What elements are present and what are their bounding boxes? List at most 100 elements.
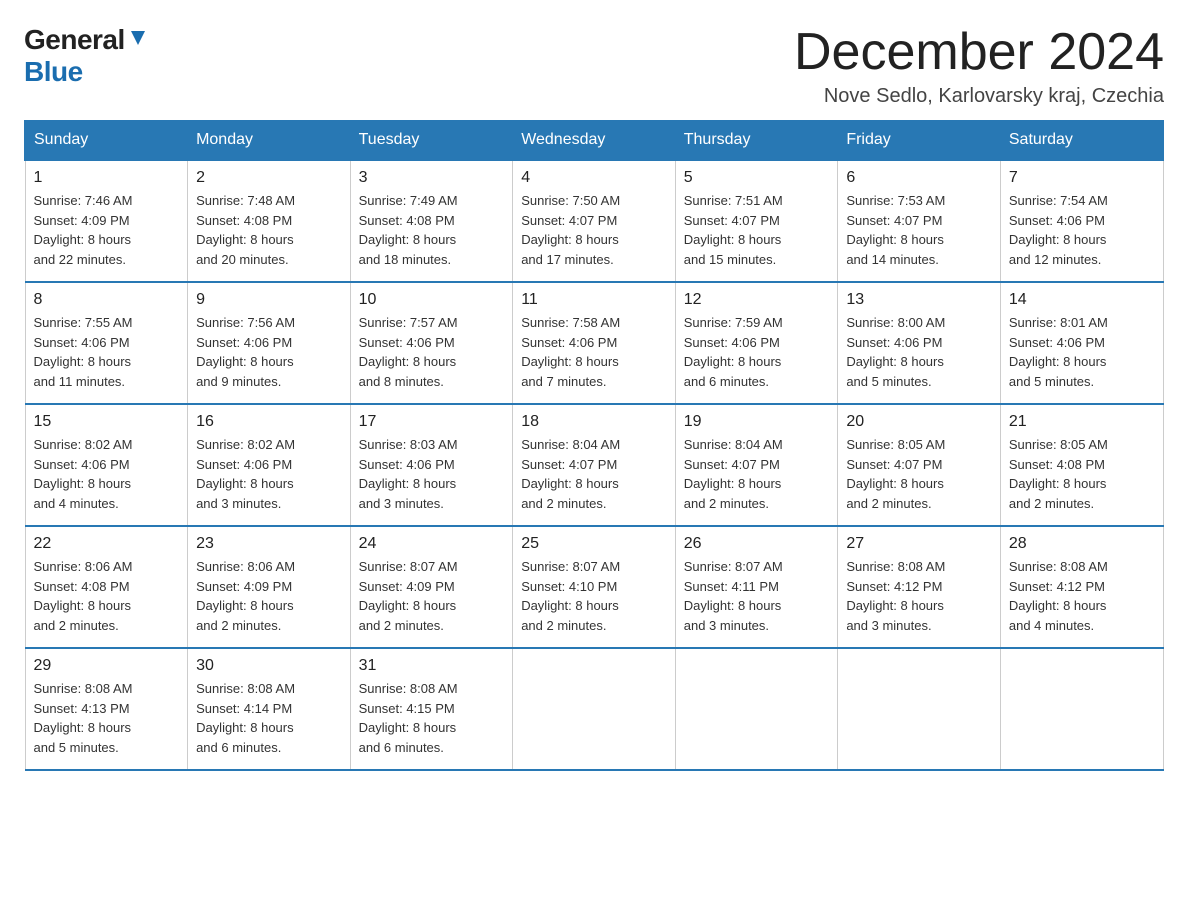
location-title: Nove Sedlo, Karlovarsky kraj, Czechia — [794, 85, 1164, 108]
calendar-cell: 23 Sunrise: 8:06 AMSunset: 4:09 PMDayligh… — [188, 526, 351, 648]
day-info: Sunrise: 8:01 AMSunset: 4:06 PMDaylight:… — [1009, 313, 1155, 391]
calendar-header-saturday: Saturday — [1000, 121, 1163, 161]
page-container: General Blue December 2024 Nove Sedlo, K… — [24, 24, 1164, 771]
calendar-week-row-4: 22 Sunrise: 8:06 AMSunset: 4:08 PMDayligh… — [25, 526, 1163, 648]
day-number: 19 — [684, 413, 830, 431]
logo-general-text: General — [24, 24, 125, 56]
calendar-cell: 14Sunrise: 8:01 AMSunset: 4:06 PMDayligh… — [1000, 282, 1163, 404]
calendar-header-row: SundayMondayTuesdayWednesdayThursdayFrid… — [25, 121, 1163, 161]
day-number: 21 — [1009, 413, 1155, 431]
day-number: 11 — [521, 291, 667, 309]
calendar-cell: 6 Sunrise: 7:53 AMSunset: 4:07 PMDaylight… — [838, 160, 1001, 282]
calendar-cell: 12Sunrise: 7:59 AMSunset: 4:06 PMDayligh… — [675, 282, 838, 404]
calendar-cell: 16Sunrise: 8:02 AMSunset: 4:06 PMDayligh… — [188, 404, 351, 526]
calendar-week-row-2: 8 Sunrise: 7:55 AMSunset: 4:06 PMDaylight… — [25, 282, 1163, 404]
day-number: 27 — [846, 535, 992, 553]
day-info: Sunrise: 8:07 AMSunset: 4:09 PMDaylight:… — [359, 557, 505, 635]
calendar-cell: 15Sunrise: 8:02 AMSunset: 4:06 PMDayligh… — [25, 404, 188, 526]
calendar-cell: 7 Sunrise: 7:54 AMSunset: 4:06 PMDaylight… — [1000, 160, 1163, 282]
day-info: Sunrise: 8:04 AMSunset: 4:07 PMDaylight:… — [684, 435, 830, 513]
calendar-cell: 24 Sunrise: 8:07 AMSunset: 4:09 PMDayligh… — [350, 526, 513, 648]
calendar-cell: 2 Sunrise: 7:48 AMSunset: 4:08 PMDaylight… — [188, 160, 351, 282]
calendar-header-tuesday: Tuesday — [350, 121, 513, 161]
day-info: Sunrise: 8:02 AMSunset: 4:06 PMDaylight:… — [196, 435, 342, 513]
day-number: 8 — [34, 291, 180, 309]
day-info: Sunrise: 7:51 AMSunset: 4:07 PMDaylight:… — [684, 191, 830, 269]
day-info: Sunrise: 8:06 AMSunset: 4:09 PMDaylight:… — [196, 557, 342, 635]
day-info: Sunrise: 7:54 AMSunset: 4:06 PMDaylight:… — [1009, 191, 1155, 269]
calendar-cell: 28Sunrise: 8:08 AMSunset: 4:12 PMDayligh… — [1000, 526, 1163, 648]
day-info: Sunrise: 8:07 AMSunset: 4:11 PMDaylight:… — [684, 557, 830, 635]
calendar-table: SundayMondayTuesdayWednesdayThursdayFrid… — [24, 120, 1164, 771]
day-number: 18 — [521, 413, 667, 431]
calendar-cell: 10Sunrise: 7:57 AMSunset: 4:06 PMDayligh… — [350, 282, 513, 404]
day-info: Sunrise: 7:46 AMSunset: 4:09 PMDaylight:… — [34, 191, 180, 269]
day-info: Sunrise: 8:08 AMSunset: 4:13 PMDaylight:… — [34, 679, 180, 757]
day-info: Sunrise: 7:50 AMSunset: 4:07 PMDaylight:… — [521, 191, 667, 269]
title-section: December 2024 Nove Sedlo, Karlovarsky kr… — [794, 24, 1164, 108]
calendar-cell — [838, 648, 1001, 770]
calendar-week-row-1: 1 Sunrise: 7:46 AMSunset: 4:09 PMDaylight… — [25, 160, 1163, 282]
day-number: 23 — [196, 535, 342, 553]
calendar-header-friday: Friday — [838, 121, 1001, 161]
day-number: 1 — [34, 169, 180, 187]
day-info: Sunrise: 8:05 AMSunset: 4:08 PMDaylight:… — [1009, 435, 1155, 513]
logo-blue-text: Blue — [24, 56, 83, 87]
day-info: Sunrise: 7:56 AMSunset: 4:06 PMDaylight:… — [196, 313, 342, 391]
day-info: Sunrise: 7:57 AMSunset: 4:06 PMDaylight:… — [359, 313, 505, 391]
calendar-cell: 26 Sunrise: 8:07 AMSunset: 4:11 PMDayligh… — [675, 526, 838, 648]
calendar-cell: 30 Sunrise: 8:08 AMSunset: 4:14 PMDayligh… — [188, 648, 351, 770]
calendar-cell: 11 Sunrise: 7:58 AMSunset: 4:06 PMDayligh… — [513, 282, 676, 404]
day-number: 3 — [359, 169, 505, 187]
calendar-cell: 4 Sunrise: 7:50 AMSunset: 4:07 PMDaylight… — [513, 160, 676, 282]
day-info: Sunrise: 8:08 AMSunset: 4:14 PMDaylight:… — [196, 679, 342, 757]
calendar-cell — [675, 648, 838, 770]
day-number: 13 — [846, 291, 992, 309]
calendar-cell: 17Sunrise: 8:03 AMSunset: 4:06 PMDayligh… — [350, 404, 513, 526]
calendar-cell: 18 Sunrise: 8:04 AMSunset: 4:07 PMDayligh… — [513, 404, 676, 526]
day-number: 24 — [359, 535, 505, 553]
day-number: 5 — [684, 169, 830, 187]
calendar-header-sunday: Sunday — [25, 121, 188, 161]
calendar-cell: 20 Sunrise: 8:05 AMSunset: 4:07 PMDayligh… — [838, 404, 1001, 526]
day-info: Sunrise: 8:04 AMSunset: 4:07 PMDaylight:… — [521, 435, 667, 513]
header: General Blue December 2024 Nove Sedlo, K… — [24, 24, 1164, 108]
calendar-cell — [513, 648, 676, 770]
day-number: 29 — [34, 657, 180, 675]
day-number: 30 — [196, 657, 342, 675]
day-number: 7 — [1009, 169, 1155, 187]
calendar-cell: 29 Sunrise: 8:08 AMSunset: 4:13 PMDayligh… — [25, 648, 188, 770]
day-number: 2 — [196, 169, 342, 187]
day-number: 28 — [1009, 535, 1155, 553]
calendar-cell: 5 Sunrise: 7:51 AMSunset: 4:07 PMDaylight… — [675, 160, 838, 282]
day-number: 4 — [521, 169, 667, 187]
logo-arrow-icon — [127, 27, 149, 49]
day-info: Sunrise: 8:03 AMSunset: 4:06 PMDaylight:… — [359, 435, 505, 513]
calendar-cell: 19 Sunrise: 8:04 AMSunset: 4:07 PMDayligh… — [675, 404, 838, 526]
day-number: 12 — [684, 291, 830, 309]
day-info: Sunrise: 7:48 AMSunset: 4:08 PMDaylight:… — [196, 191, 342, 269]
day-info: Sunrise: 7:58 AMSunset: 4:06 PMDaylight:… — [521, 313, 667, 391]
day-info: Sunrise: 8:05 AMSunset: 4:07 PMDaylight:… — [846, 435, 992, 513]
calendar-cell: 21 Sunrise: 8:05 AMSunset: 4:08 PMDayligh… — [1000, 404, 1163, 526]
day-info: Sunrise: 7:53 AMSunset: 4:07 PMDaylight:… — [846, 191, 992, 269]
day-number: 20 — [846, 413, 992, 431]
calendar-cell: 8 Sunrise: 7:55 AMSunset: 4:06 PMDaylight… — [25, 282, 188, 404]
day-info: Sunrise: 8:06 AMSunset: 4:08 PMDaylight:… — [34, 557, 180, 635]
calendar-cell — [1000, 648, 1163, 770]
calendar-cell: 25Sunrise: 8:07 AMSunset: 4:10 PMDayligh… — [513, 526, 676, 648]
calendar-week-row-5: 29 Sunrise: 8:08 AMSunset: 4:13 PMDayligh… — [25, 648, 1163, 770]
logo: General Blue — [24, 24, 149, 88]
day-info: Sunrise: 7:55 AMSunset: 4:06 PMDaylight:… — [34, 313, 180, 391]
calendar-header-monday: Monday — [188, 121, 351, 161]
calendar-cell: 9Sunrise: 7:56 AMSunset: 4:06 PMDaylight… — [188, 282, 351, 404]
day-number: 6 — [846, 169, 992, 187]
day-number: 26 — [684, 535, 830, 553]
day-number: 22 — [34, 535, 180, 553]
calendar-cell: 27Sunrise: 8:08 AMSunset: 4:12 PMDayligh… — [838, 526, 1001, 648]
calendar-cell: 22 Sunrise: 8:06 AMSunset: 4:08 PMDayligh… — [25, 526, 188, 648]
calendar-header-wednesday: Wednesday — [513, 121, 676, 161]
day-number: 31 — [359, 657, 505, 675]
month-title: December 2024 — [794, 24, 1164, 81]
day-info: Sunrise: 7:49 AMSunset: 4:08 PMDaylight:… — [359, 191, 505, 269]
